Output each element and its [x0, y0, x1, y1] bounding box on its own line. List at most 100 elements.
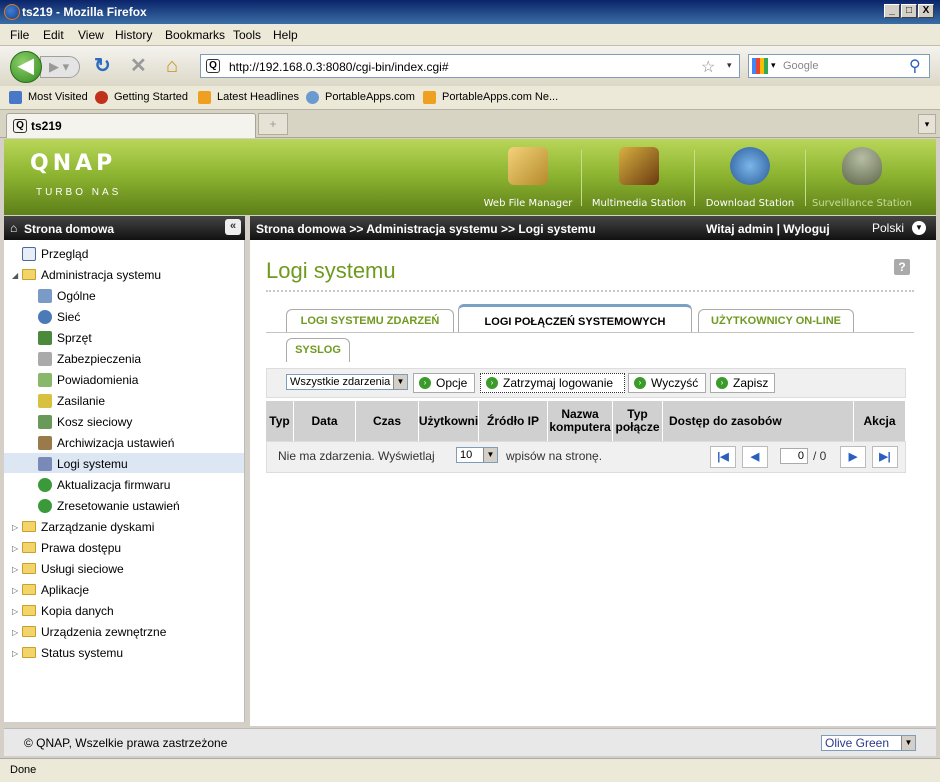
tab-uzytkownicy-on-line[interactable]: UŻYTKOWNICY ON-LINE [698, 309, 854, 333]
tree-item-label: Administracja systemu [41, 268, 162, 282]
collapsed-arrow-icon[interactable]: ▷ [12, 649, 18, 658]
minimize-button[interactable]: _ [884, 4, 900, 18]
collapse-panel-button[interactable]: « [225, 219, 241, 235]
column-header-dostep-do-zasobow[interactable]: Dostęp do zasobów [663, 401, 854, 441]
collapsed-arrow-icon[interactable]: ▷ [12, 586, 18, 595]
collapsed-arrow-icon[interactable]: ▷ [12, 565, 18, 574]
previous-page-button[interactable]: ◀ [742, 446, 768, 468]
column-header-czas[interactable]: Czas [356, 401, 419, 441]
next-page-button[interactable]: ▶ [840, 446, 866, 468]
reload-icon[interactable]: ↻ [94, 55, 111, 77]
button-label: Opcje [436, 376, 468, 390]
column-header-typ-polaczenia[interactable]: Typ połącze [613, 401, 663, 441]
tree-item-powiadomienia[interactable]: Powiadomienia [38, 373, 138, 387]
new-tab-button[interactable]: + [258, 113, 288, 135]
url-bar[interactable]: Q http://192.168.0.3:8080/cgi-bin/index.… [200, 54, 740, 78]
bookmark-star-icon[interactable]: ☆ [701, 57, 715, 77]
tree-item-status-systemu[interactable]: ▷ Status systemu [12, 646, 123, 660]
window-titlebar[interactable]: ts219 - Mozilla Firefox _ □ X [0, 0, 940, 24]
maximize-button[interactable]: □ [901, 4, 917, 18]
collapsed-arrow-icon[interactable]: ▷ [12, 607, 18, 616]
browser-tab[interactable]: Q ts219 [6, 113, 256, 138]
tree-item-archiwizacja-ustawien[interactable]: Archiwizacja ustawień [38, 436, 174, 450]
tree-item-ogolne[interactable]: Ogólne [38, 289, 96, 303]
stop-logging-button[interactable]: › Zatrzymaj logowanie [480, 373, 625, 393]
collapsed-arrow-icon[interactable]: ▷ [12, 544, 18, 553]
column-header-typ[interactable]: Typ [266, 401, 294, 441]
tree-item-kopia-danych[interactable]: ▷ Kopia danych [12, 604, 114, 618]
dropdown-arrow-icon[interactable]: ▼ [483, 448, 497, 462]
tab-logi-polaczen-systemowych[interactable]: LOGI POŁĄCZEŃ SYSTEMOWYCH [458, 304, 692, 333]
url-dropdown-icon[interactable]: ▾ [727, 60, 732, 71]
menu-history[interactable]: History [115, 28, 152, 42]
bookmark-getting-started[interactable]: Getting Started [114, 91, 188, 103]
stop-icon[interactable]: ✕ [130, 55, 147, 77]
tree-item-zabezpieczenia[interactable]: Zabezpieczenia [38, 352, 141, 366]
portableapps-icon [306, 91, 319, 104]
expanded-arrow-icon[interactable]: ◢ [12, 271, 18, 280]
tree-item-siec[interactable]: Sieć [38, 310, 80, 324]
menu-edit[interactable]: Edit [43, 28, 64, 42]
collapsed-arrow-icon[interactable]: ▷ [12, 523, 18, 532]
options-button[interactable]: › Opcje [413, 373, 475, 393]
tree-item-aktualizacja-firmwaru[interactable]: Aktualizacja firmwaru [38, 478, 170, 492]
menu-tools[interactable]: Tools [233, 28, 261, 42]
welcome-logout[interactable]: Witaj admin | Wyloguj [706, 222, 830, 236]
theme-select[interactable]: Olive Green ▼ [821, 735, 916, 751]
column-header-data[interactable]: Data [294, 401, 356, 441]
tab-logi-systemu-zdarzen[interactable]: LOGI SYSTEMU ZDARZEŃ [286, 309, 454, 333]
menu-view[interactable]: View [78, 28, 104, 42]
tree-item-prawa-dostepu[interactable]: ▷ Prawa dostępu [12, 541, 121, 555]
tree-item-urzadzenia-zewnetrzne[interactable]: ▷ Urządzenia zewnętrzne [12, 625, 166, 639]
bookmark-portableapps[interactable]: PortableApps.com [325, 91, 415, 103]
column-header-uzytkownik[interactable]: Użytkowni [419, 401, 479, 441]
tree-item-zasilanie[interactable]: Zasilanie [38, 394, 105, 408]
bookmark-most-visited[interactable]: Most Visited [28, 91, 88, 103]
column-header-zrodlo-ip[interactable]: Źródło IP [479, 401, 548, 441]
language-label[interactable]: Polski [872, 221, 904, 235]
tree-item-zarzadzanie-dyskami[interactable]: ▷ Zarządzanie dyskami [12, 520, 154, 534]
web-file-manager-button[interactable]: Web File Manager [472, 145, 584, 211]
dropdown-arrow-icon[interactable]: ▼ [393, 375, 407, 389]
tree-item-administracja-systemu[interactable]: ◢ Administracja systemu [12, 268, 162, 282]
forward-button[interactable]: ▶ ▾ [40, 56, 80, 78]
back-button[interactable]: ◀ [10, 51, 42, 83]
column-header-akcja[interactable]: Akcja [854, 401, 906, 441]
menu-file[interactable]: File [10, 28, 29, 42]
tree-item-zresetowanie-ustawien[interactable]: Zresetowanie ustawień [38, 499, 180, 513]
tree-item-przeglad[interactable]: Przegląd [22, 247, 88, 261]
surveillance-station-button[interactable]: Surveillance Station [806, 145, 918, 211]
language-dropdown-icon[interactable]: ▼ [912, 221, 926, 235]
tree-item-kosz-sieciowy[interactable]: Kosz sieciowy [38, 415, 132, 429]
tab-syslog[interactable]: SYSLOG [286, 338, 350, 362]
save-button[interactable]: › Zapisz [710, 373, 775, 393]
search-box[interactable]: ▾ Google ⚲ [748, 54, 930, 78]
help-icon[interactable]: ? [894, 259, 910, 275]
download-station-button[interactable]: Download Station [694, 145, 806, 211]
last-page-button[interactable]: ▶| [872, 446, 898, 468]
menu-help[interactable]: Help [273, 28, 298, 42]
per-page-select[interactable]: 10 ▼ [456, 447, 498, 463]
tree-item-logi-systemu[interactable]: Logi systemu [38, 457, 128, 471]
column-header-nazwa-komputera[interactable]: Nazwa komputera [548, 401, 613, 441]
multimedia-station-button[interactable]: Multimedia Station [583, 145, 695, 211]
bookmark-portableapps-news[interactable]: PortableApps.com Ne... [442, 91, 558, 103]
collapsed-arrow-icon[interactable]: ▷ [12, 628, 18, 637]
tree-item-aplikacje[interactable]: ▷ Aplikacje [12, 583, 89, 597]
home-icon[interactable]: ⌂ [166, 55, 178, 77]
tree-item-uslugi-sieciowe[interactable]: ▷ Usługi sieciowe [12, 562, 124, 576]
menu-bookmarks[interactable]: Bookmarks [165, 28, 225, 42]
tab-list-button[interactable]: ▾ [918, 114, 936, 134]
event-filter-select[interactable]: Wszystkie zdarzenia ▼ [286, 374, 408, 390]
close-button[interactable]: X [918, 4, 934, 18]
tree-item-sprzet[interactable]: Sprzęt [38, 331, 92, 345]
bookmark-latest-headlines[interactable]: Latest Headlines [217, 91, 299, 103]
google-icon[interactable] [752, 58, 768, 74]
clear-button[interactable]: › Wyczyść [628, 373, 706, 393]
search-engine-dropdown-icon[interactable]: ▾ [771, 60, 776, 71]
page-number-input[interactable]: 0 [780, 448, 808, 464]
dropdown-arrow-icon[interactable]: ▼ [901, 736, 915, 750]
breadcrumb[interactable]: Strona domowa >> Administracja systemu >… [256, 222, 596, 236]
first-page-button[interactable]: |◀ [710, 446, 736, 468]
search-icon[interactable]: ⚲ [909, 56, 921, 76]
